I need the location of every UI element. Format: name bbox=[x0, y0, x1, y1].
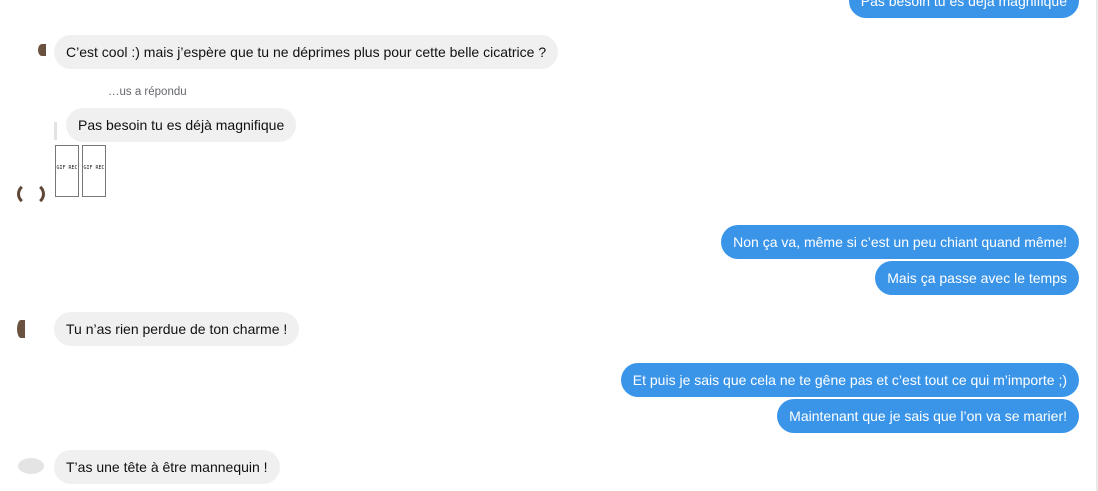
conversation-thread: Pas besoin tu es déjà magnifique C’est c… bbox=[0, 0, 1098, 491]
message-incoming[interactable]: C’est cool :) mais j’espère que tu ne dé… bbox=[54, 35, 559, 69]
message-outgoing[interactable]: Non ça va, même si c’est un peu chiant q… bbox=[721, 225, 1079, 259]
reply-indicator: …us a répondu bbox=[108, 86, 187, 98]
gif-attachment[interactable]: GIF REC bbox=[82, 145, 106, 197]
message-incoming[interactable]: T’as une tête à être mannequin ! bbox=[54, 450, 280, 484]
contact-avatar[interactable] bbox=[17, 182, 45, 206]
contact-avatar[interactable] bbox=[18, 458, 44, 474]
message-outgoing[interactable]: Mais ça passe avec le temps bbox=[875, 261, 1079, 295]
message-outgoing[interactable]: Et puis je sais que cela ne te gêne pas … bbox=[620, 363, 1079, 397]
contact-avatar[interactable] bbox=[17, 320, 25, 338]
quote-bar bbox=[54, 122, 57, 140]
quoted-message[interactable]: Pas besoin tu es déjà magnifique bbox=[66, 108, 297, 142]
gif-attachment[interactable]: GIF REC bbox=[55, 145, 79, 197]
message-incoming[interactable]: Tu n’as rien perdue de ton charme ! bbox=[54, 312, 300, 346]
gif-label: GIF REC bbox=[56, 165, 78, 171]
contact-avatar[interactable] bbox=[38, 44, 46, 56]
message-outgoing[interactable]: Maintenant que je sais que l’on va se ma… bbox=[777, 399, 1079, 433]
gif-label: GIF REC bbox=[83, 165, 105, 171]
message-outgoing[interactable]: Pas besoin tu es déjà magnifique bbox=[848, 0, 1079, 18]
